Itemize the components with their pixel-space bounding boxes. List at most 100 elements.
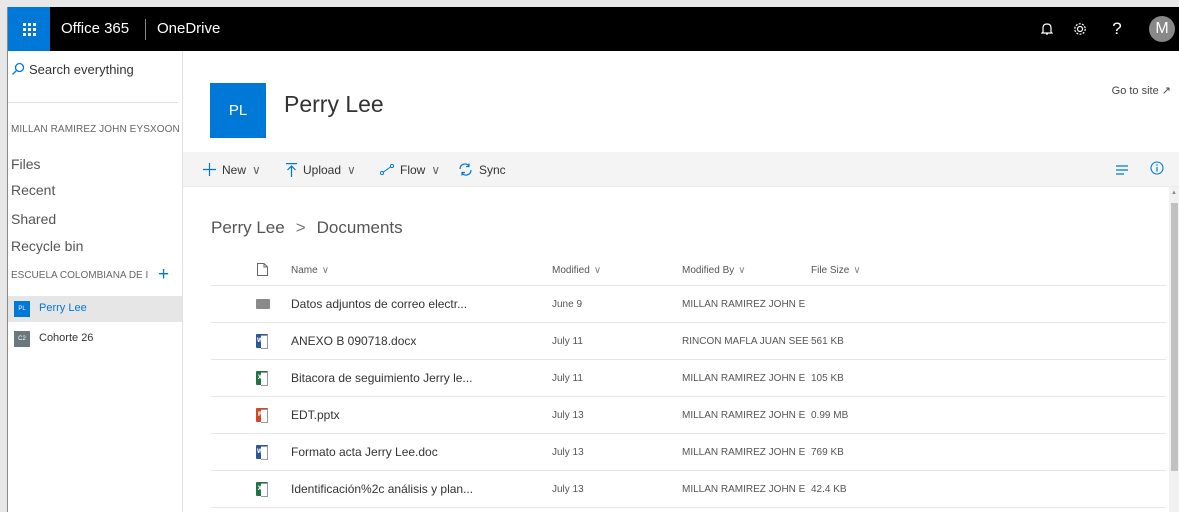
site-item-cohorte-26[interactable]: C2 Cohorte 26 (8, 326, 182, 352)
file-row[interactable]: X Identificación%2c análisis y plan... J… (211, 471, 1166, 508)
search-input[interactable]: Search everything (29, 62, 134, 77)
nav-recycle-bin[interactable]: Recycle bin (11, 238, 83, 254)
file-row[interactable]: W Formato acta Jerry Lee.doc July 13 MIL… (211, 434, 1166, 471)
suite-bar: Office 365 OneDrive ? M (8, 7, 1179, 51)
chevron-down-icon: ∨ (321, 265, 330, 276)
file-size: 42.4 KB (811, 484, 847, 495)
excel-doc-icon: X (256, 482, 268, 497)
file-row[interactable]: X Bitacora de seguimiento Jerry le... Ju… (211, 360, 1166, 397)
nav-recent[interactable]: Recent (11, 182, 55, 198)
file-name-link[interactable]: Bitacora de seguimiento Jerry le... (291, 360, 472, 397)
onedrive-window: Office 365 OneDrive ? M Search everythin… (7, 7, 1179, 512)
file-modified: July 11 (552, 336, 583, 347)
bell-icon[interactable] (1032, 7, 1062, 51)
site-label: Cohorte 26 (39, 332, 94, 344)
column-modified-by-label: Modified By (682, 265, 735, 276)
new-button[interactable]: New ∨ (203, 152, 261, 187)
file-name-link[interactable]: ANEXO B 090718.docx (291, 323, 416, 360)
powerpoint-doc-icon: P (256, 408, 268, 423)
site-label: Perry Lee (39, 302, 87, 314)
site-badge: C2 (14, 331, 30, 347)
plus-icon (203, 163, 216, 176)
breadcrumb: Perry Lee > Documents (211, 218, 403, 238)
command-bar: New ∨ Upload ∨ Flow ∨ Sync (183, 152, 1179, 187)
search-box[interactable]: Search everything (8, 57, 178, 103)
file-modified-by: MILLAN RAMIREZ JOHN E (682, 447, 806, 458)
breadcrumb-library: Documents (316, 218, 403, 237)
file-modified: June 9 (552, 299, 583, 310)
chevron-down-icon: ∨ (347, 162, 356, 177)
breadcrumb-separator: > (295, 218, 306, 237)
vertical-scrollbar[interactable]: ▲ (1169, 187, 1179, 512)
upload-icon (286, 162, 297, 177)
file-row[interactable]: Datos adjuntos de correo electr... June … (211, 286, 1166, 323)
column-header-modified-by[interactable]: Modified By ∨ (682, 255, 746, 286)
file-size: 105 KB (811, 373, 844, 384)
column-headers: Name ∨ Modified ∨ Modified By ∨ File Size ∨ (211, 255, 1166, 286)
file-modified: July 13 (552, 447, 584, 458)
file-size: 0.99 MB (811, 410, 849, 421)
go-to-site-link[interactable]: Go to site ↗ (1112, 84, 1171, 97)
flow-button[interactable]: Flow ∨ (380, 152, 440, 187)
new-label: New (222, 162, 247, 177)
column-header-file-size[interactable]: File Size ∨ (811, 255, 861, 286)
info-icon[interactable] (1150, 161, 1164, 180)
file-name-link[interactable]: Datos adjuntos de correo electr... (291, 286, 467, 323)
word-doc-icon: W (256, 334, 268, 349)
gear-icon[interactable] (1065, 7, 1095, 51)
file-size: 561 KB (811, 336, 844, 347)
site-logo-tile: PL (210, 83, 266, 138)
brand-divider (145, 19, 146, 40)
site-header: PL Perry Lee Go to site ↗ (183, 51, 1179, 152)
upload-button[interactable]: Upload ∨ (286, 152, 356, 187)
sync-label: Sync (479, 162, 506, 177)
column-name-label: Name (291, 265, 318, 276)
search-icon (11, 62, 25, 81)
column-size-label: File Size (811, 265, 850, 276)
add-site-icon[interactable]: + (158, 264, 169, 286)
file-modified: July 13 (552, 484, 584, 495)
file-modified: July 13 (552, 410, 584, 421)
file-name-link[interactable]: EDT.pptx (291, 397, 340, 434)
sync-icon (459, 163, 472, 176)
site-item-perry-lee[interactable]: PL Perry Lee (8, 296, 182, 322)
org-sites-heading: ESCUELA COLOMBIANA DE I (11, 270, 149, 281)
view-options-icon[interactable] (1116, 162, 1128, 180)
scroll-up-icon[interactable]: ▲ (1171, 190, 1177, 196)
nav-shared[interactable]: Shared (11, 211, 56, 227)
word-doc-icon: W (256, 445, 268, 460)
left-navigation: Search everything MILLAN RAMIREZ JOHN EY… (8, 51, 183, 512)
chevron-down-icon: ∨ (431, 162, 441, 177)
file-row[interactable]: P EDT.pptx July 13 MILLAN RAMIREZ JOHN E… (211, 397, 1166, 434)
column-modified-label: Modified (552, 265, 590, 276)
file-row[interactable]: W ANEXO B 090718.docx July 11 RINCON MAF… (211, 323, 1166, 360)
file-modified-by: MILLAN RAMIREZ JOHN E (682, 299, 806, 310)
office-brand-link[interactable]: Office 365 (61, 7, 129, 51)
column-header-modified[interactable]: Modified ∨ (552, 255, 601, 286)
excel-doc-icon: X (256, 371, 268, 386)
chevron-down-icon: ∨ (252, 162, 261, 177)
file-name-link[interactable]: Identificación%2c análisis y plan... (291, 471, 473, 508)
chevron-down-icon: ∨ (853, 265, 861, 276)
chevron-down-icon: ∨ (593, 265, 602, 276)
sync-button[interactable]: Sync (458, 152, 506, 187)
help-icon[interactable]: ? (1102, 7, 1132, 51)
user-avatar[interactable]: M (1149, 16, 1175, 42)
column-header-name[interactable]: Name ∨ (291, 255, 329, 286)
site-badge: PL (14, 301, 30, 317)
upload-label: Upload (303, 162, 342, 177)
waffle-icon[interactable] (8, 7, 50, 51)
site-title: Perry Lee (284, 91, 384, 117)
file-modified-by: MILLAN RAMIREZ JOHN E (682, 410, 806, 421)
chevron-down-icon: ∨ (738, 265, 746, 276)
scroll-thumb[interactable] (1171, 203, 1178, 471)
flow-icon (380, 164, 394, 175)
breadcrumb-site[interactable]: Perry Lee (211, 218, 285, 237)
file-name-link[interactable]: Formato acta Jerry Lee.doc (291, 434, 438, 471)
folder-icon (256, 299, 270, 309)
file-size: 769 KB (811, 447, 844, 458)
file-list: Name ∨ Modified ∨ Modified By ∨ File Size ∨ … (211, 255, 1166, 508)
nav-files[interactable]: Files (11, 156, 41, 172)
file-modified-by: RINCON MAFLA JUAN SEE (682, 336, 808, 347)
app-name-link[interactable]: OneDrive (157, 7, 220, 51)
